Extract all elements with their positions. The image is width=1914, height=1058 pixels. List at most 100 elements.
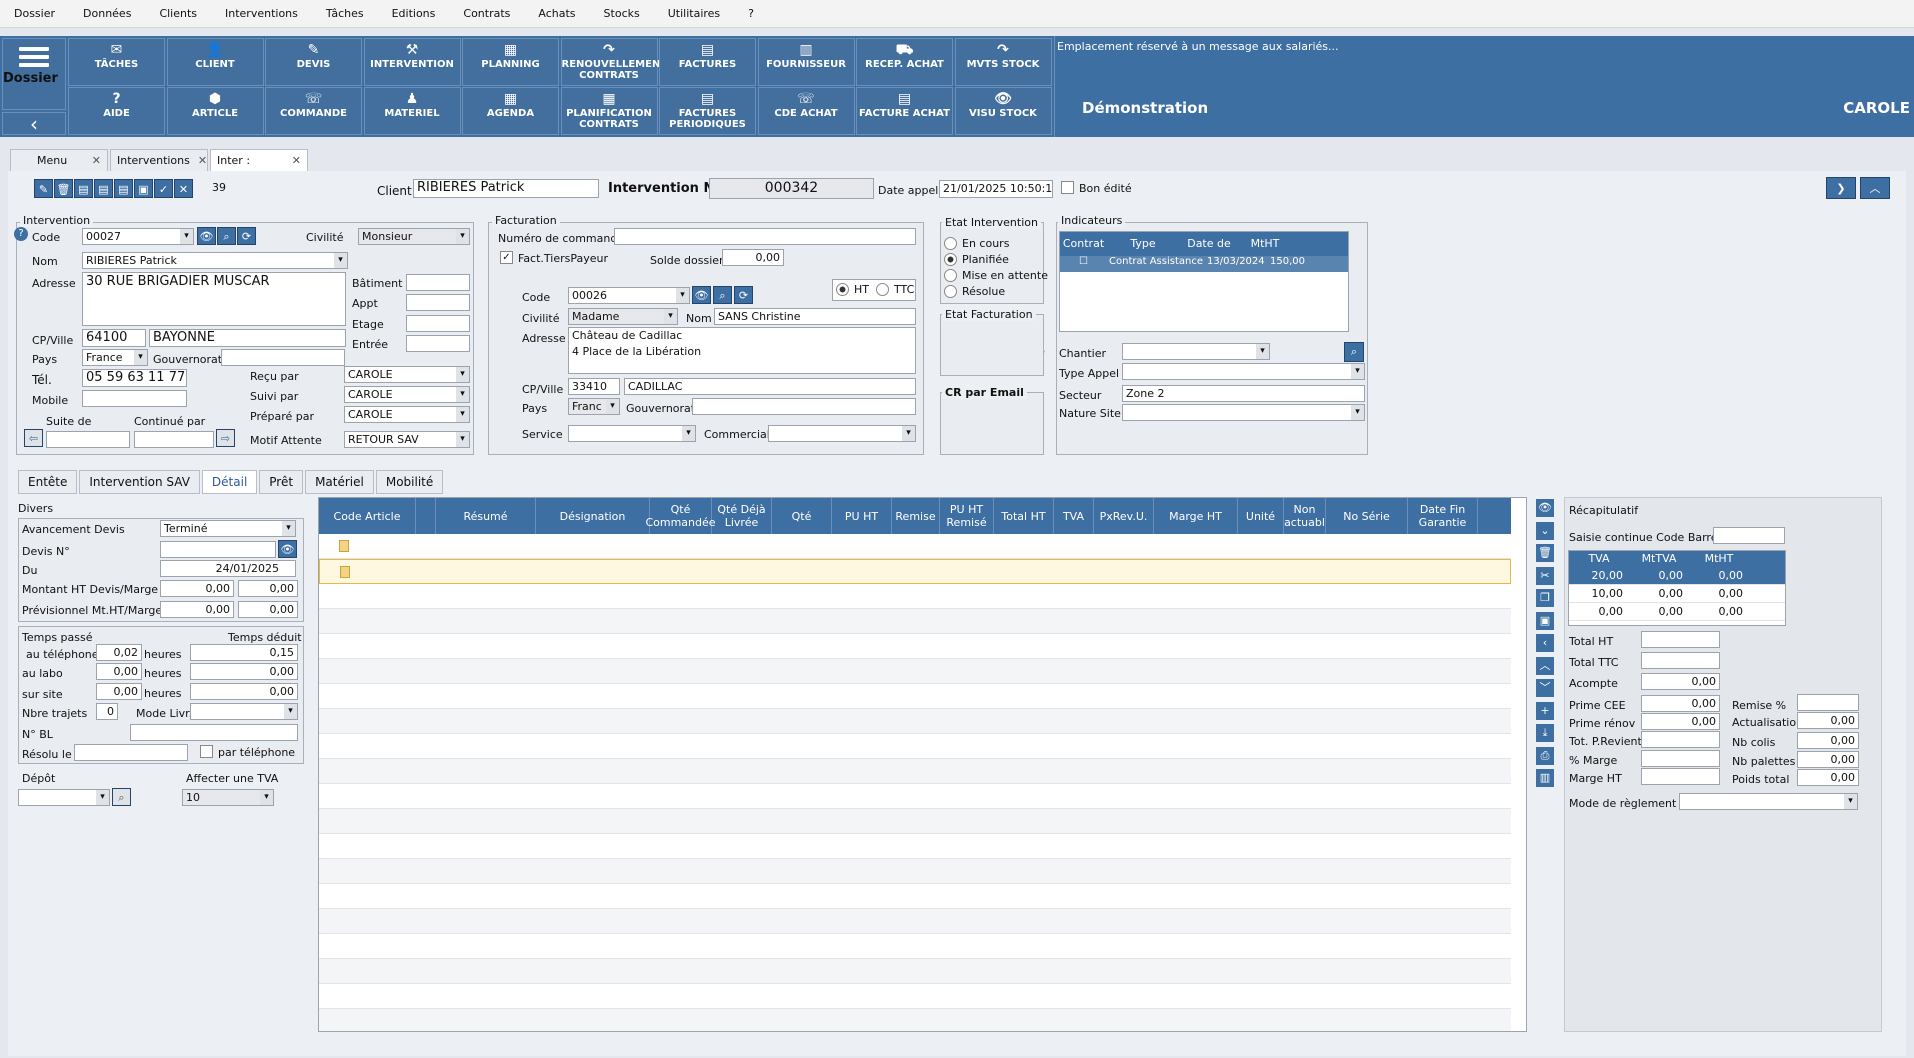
plus-icon[interactable]: + [1536, 701, 1554, 720]
subtab[interactable]: Détail [201, 470, 258, 494]
gouvernorat-field[interactable] [221, 349, 345, 366]
eye-icon[interactable]: 👁 [197, 227, 216, 245]
site-deduit-field[interactable]: 0,00 [190, 683, 298, 700]
etat-radio[interactable]: Planifiée [944, 253, 1009, 266]
tab-menu[interactable]: Menu ✕ [10, 149, 108, 171]
trash-icon[interactable]: 🗑 [1536, 544, 1554, 562]
print-icon[interactable]: ▤ [74, 179, 93, 198]
ht-radio[interactable]: HT [836, 283, 869, 296]
fpays-select[interactable]: Franc [568, 398, 620, 415]
search-icon[interactable]: ⌕ [112, 788, 131, 806]
ribbon-top-button[interactable]: ↷ RENOUVELLEMENT CONTRATS [560, 38, 667, 86]
table-row[interactable] [319, 809, 1511, 834]
ribbon-bottom-button[interactable]: ▤ FACTURES PERIODIQUES [659, 87, 756, 135]
menu-item[interactable]: Contrats [449, 7, 524, 20]
subtab[interactable]: Prêt [259, 470, 304, 494]
ribbon-top-button[interactable]: ↷ MVTS STOCK [954, 38, 1052, 86]
mode-livr-select[interactable] [190, 703, 298, 720]
copy-icon[interactable]: ❐ [1536, 589, 1554, 607]
subtab[interactable]: Intervention SAV [79, 470, 200, 494]
bon-edite-checkbox[interactable] [1061, 181, 1074, 194]
date-field[interactable]: 21/01/2025 10:50:12 [939, 180, 1053, 198]
bl-field[interactable] [130, 724, 298, 741]
table-row[interactable] [319, 559, 1511, 584]
du-field[interactable]: 24/01/2025 [160, 560, 296, 577]
table-row[interactable] [319, 784, 1511, 809]
cee-field[interactable]: 0,00 [1641, 695, 1720, 712]
search-icon[interactable]: ⌕ [713, 286, 732, 304]
service-select[interactable] [568, 425, 696, 442]
grid-col-header[interactable]: No Série [1326, 498, 1408, 534]
typeappel-select[interactable] [1122, 363, 1365, 380]
mode-reglement-select[interactable] [1679, 793, 1858, 810]
subtab[interactable]: Entête [18, 470, 78, 494]
actualisation-field[interactable]: 0,00 [1797, 712, 1859, 729]
grid-col-header[interactable]: Marge HT [1154, 498, 1238, 534]
prev-link-icon[interactable]: ⇦ [24, 429, 43, 447]
menu-item[interactable]: Stocks [590, 7, 654, 20]
table-row[interactable] [319, 859, 1511, 884]
col-contrat[interactable]: Contrat [1060, 232, 1107, 256]
tab-inter-342[interactable]: Inter : 000342 ✕ [210, 149, 308, 188]
refresh-icon[interactable]: ⟳ [237, 227, 256, 245]
ribbon-bottom-button[interactable]: ☏ CDE ACHAT [757, 87, 855, 135]
menu-item[interactable]: ? [734, 7, 768, 20]
arrow-up-icon[interactable]: ︿ [1536, 656, 1554, 675]
motif-select[interactable]: RETOUR SAV [344, 431, 470, 448]
table-row[interactable] [319, 609, 1511, 634]
pays-select[interactable]: France [82, 349, 148, 366]
table-row[interactable] [319, 659, 1511, 684]
table-row[interactable] [319, 834, 1511, 859]
menu-item[interactable]: Dossier [0, 7, 69, 20]
tva-row[interactable]: 0,00 0,00 0,00 [1569, 603, 1785, 621]
ribbon-top-button[interactable]: ⚒ INTERVENTION [363, 38, 461, 86]
ribbon-bottom-button[interactable]: ⬢ ARTICLE [166, 87, 264, 135]
fcode-select[interactable]: 00026 [568, 287, 690, 304]
ribbon-top-button[interactable]: ✎ DEVIS [265, 38, 362, 86]
paste-icon[interactable]: ▣ [1536, 611, 1554, 630]
arrow-left-icon[interactable]: ‹ [1536, 634, 1554, 652]
up-arrow-icon[interactable]: ︿ [1860, 177, 1890, 199]
table-row[interactable] [319, 684, 1511, 709]
fgouv-field[interactable] [692, 398, 916, 415]
grid-col-header[interactable]: TVA [1054, 498, 1094, 534]
tab-interventions[interactable]: Interventions ✕ [110, 149, 208, 171]
search-icon[interactable]: ⌕ [217, 227, 236, 245]
dossier-button[interactable]: Dossier [2, 38, 66, 110]
table-row[interactable] [319, 534, 1511, 559]
arrow-down-icon[interactable]: ﹀ [1536, 679, 1554, 697]
tva-row[interactable]: 10,00 0,00 0,00 [1569, 585, 1785, 603]
menu-item[interactable]: Achats [524, 7, 589, 20]
chantier-select[interactable] [1122, 343, 1270, 360]
code-select[interactable]: 00027 [82, 228, 194, 245]
fciv-select[interactable]: Madame [568, 308, 678, 325]
trajets-field[interactable]: 0 [96, 703, 118, 720]
poids-field[interactable]: 0,00 [1797, 769, 1859, 786]
subtab[interactable]: Matériel [305, 470, 374, 494]
print-icon[interactable]: ⎙ [1536, 746, 1554, 765]
ttc-radio[interactable]: TTC [876, 283, 914, 296]
grid-col-header[interactable]: Qté Commandée [645, 498, 716, 534]
validate-icon[interactable]: ✓ [154, 179, 173, 198]
download-icon[interactable]: ⤓ [1536, 724, 1554, 742]
delete-icon[interactable]: 🗑 [54, 179, 73, 198]
contrat-checkbox[interactable]: ☐ [1060, 256, 1107, 272]
ville-field[interactable]: BAYONNE [149, 329, 346, 347]
grid-col-header[interactable]: PU HT Remisé [940, 498, 994, 534]
par-tel-checkbox[interactable] [200, 745, 213, 758]
grid-col-header[interactable]: Remise [892, 498, 940, 534]
etage-field[interactable] [406, 315, 470, 332]
search-icon[interactable]: ⌕ [1344, 342, 1364, 362]
renov-field[interactable]: 0,00 [1641, 713, 1720, 730]
acompte-field[interactable]: 0,00 [1641, 673, 1720, 690]
adresse-field[interactable]: 30 RUE BRIGADIER MUSCAR [82, 272, 346, 326]
tva-row[interactable]: 20,00 0,00 0,00 [1569, 567, 1785, 585]
etat-radio[interactable]: En cours [944, 237, 1009, 250]
labo-time-field[interactable]: 0,00 [96, 663, 142, 680]
new-icon[interactable]: ✎ [34, 179, 53, 198]
grid-col-header[interactable]: Unité [1238, 498, 1284, 534]
table-row[interactable] [319, 984, 1511, 1009]
batiment-field[interactable] [406, 274, 470, 291]
grid-col-header[interactable] [416, 498, 436, 534]
grid-col-header[interactable]: PxRev.U. [1094, 498, 1154, 534]
